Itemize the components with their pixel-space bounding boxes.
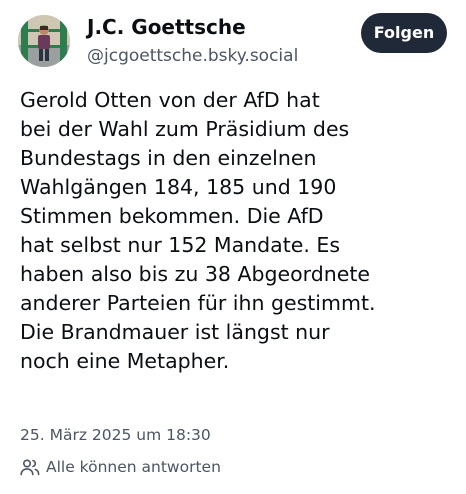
- avatar[interactable]: [18, 15, 70, 67]
- post-card: J.C. Goettsche @jcgoettsche.bsky.social …: [0, 0, 466, 494]
- post-text-line: hat selbst nur 152 Mandate. Es: [20, 233, 341, 257]
- post-text-line: Stimmen bekommen. Die AfD: [20, 204, 324, 228]
- post-text-line: Die Brandmauer ist längst nur: [20, 320, 330, 344]
- display-name[interactable]: J.C. Goettsche: [87, 15, 246, 39]
- post-text-line: haben also bis zu 38 Abgeordnete: [20, 262, 371, 286]
- reply-setting-label: Alle können antworten: [46, 458, 221, 476]
- people-icon: [20, 458, 40, 476]
- post-text-line: Gerold Otten von der AfD hat: [20, 88, 320, 112]
- post-text-line: Wahlgängen 184, 185 und 190: [20, 175, 337, 199]
- post-text-line: bei der Wahl zum Präsidium des: [20, 117, 350, 141]
- reply-setting: Alle können antworten: [20, 456, 221, 478]
- avatar-image: [18, 15, 70, 67]
- follow-button[interactable]: Folgen: [361, 13, 447, 53]
- post-text-line: noch eine Metapher.: [20, 349, 230, 373]
- post-text: Gerold Otten von der AfD hat bei der Wah…: [20, 86, 460, 376]
- post-text-line: Bundestags in den einzelnen: [20, 146, 317, 170]
- handle[interactable]: @jcgoettsche.bsky.social: [87, 45, 298, 67]
- timestamp[interactable]: 25. März 2025 um 18:30: [20, 425, 211, 445]
- post-text-line: anderer Parteien für ihn gestimmt.: [20, 291, 376, 315]
